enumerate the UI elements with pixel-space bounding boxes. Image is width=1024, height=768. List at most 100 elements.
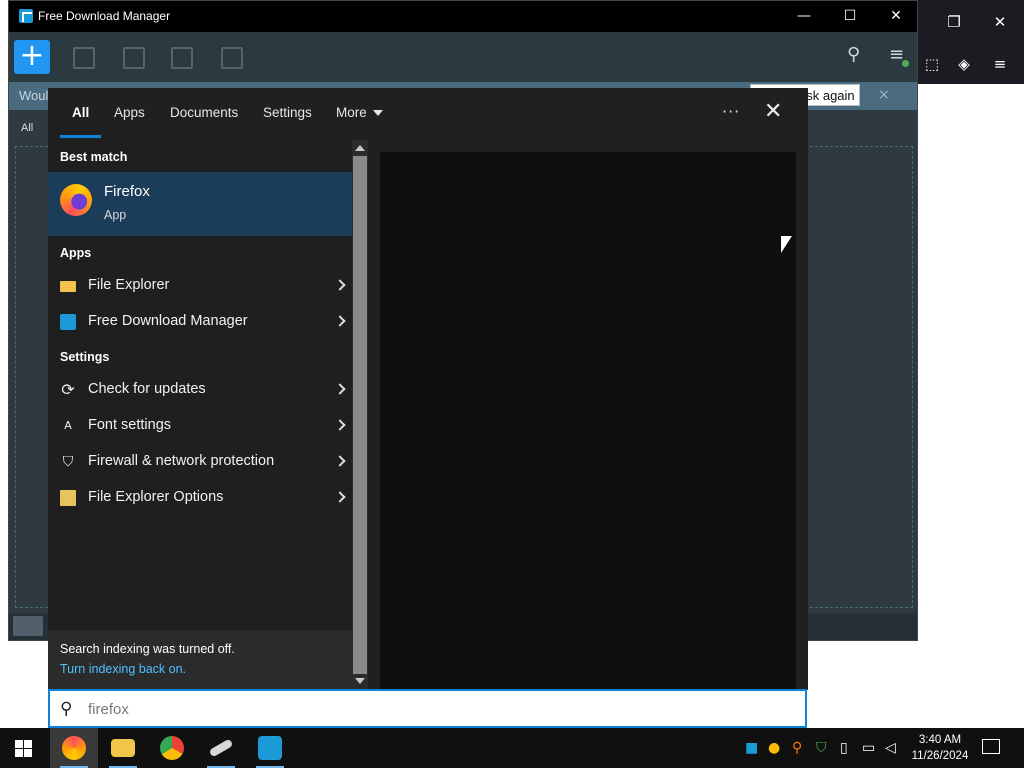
results-scrollbar[interactable] bbox=[352, 140, 368, 690]
result-firewall[interactable]: ⛉ Firewall & network protection bbox=[48, 445, 352, 479]
font-icon: A bbox=[64, 419, 72, 432]
hamburger-menu-icon[interactable]: ≡ bbox=[986, 50, 1014, 78]
best-match-type: App bbox=[104, 208, 127, 222]
result-file-explorer-options[interactable]: File Explorer Options bbox=[48, 481, 352, 515]
result-file-explorer[interactable]: File Explorer bbox=[48, 269, 352, 303]
chevron-right-icon[interactable] bbox=[334, 315, 346, 327]
tray-usb-icon[interactable]: ▯ bbox=[840, 740, 848, 756]
active-tab-indicator bbox=[60, 135, 101, 138]
maximize-button[interactable]: ☐ bbox=[827, 1, 873, 32]
tray-chrome-icon[interactable]: ● bbox=[768, 740, 780, 756]
preview-pane bbox=[380, 152, 796, 690]
result-free-download-manager[interactable]: Free Download Manager bbox=[48, 305, 352, 339]
close-icon[interactable]: ✕ bbox=[986, 8, 1014, 36]
chevron-right-icon[interactable] bbox=[334, 491, 346, 503]
search-tabs: All Apps Documents Settings More ··· ✕ bbox=[48, 88, 808, 140]
refresh-icon: ⟳ bbox=[61, 380, 75, 399]
folder-options-icon bbox=[60, 490, 76, 506]
taskbar-file-explorer[interactable] bbox=[99, 728, 147, 768]
result-check-for-updates[interactable]: ⟳ Check for updates bbox=[48, 373, 352, 407]
chevron-right-icon[interactable] bbox=[334, 419, 346, 431]
result-label: Font settings bbox=[88, 417, 172, 433]
result-font-settings[interactable]: A Font settings bbox=[48, 409, 352, 443]
settings-header: Settings bbox=[60, 350, 110, 364]
result-label: Check for updates bbox=[88, 381, 206, 397]
result-label: File Explorer Options bbox=[88, 489, 224, 505]
chevron-right-icon[interactable] bbox=[334, 455, 346, 467]
scrollbar-thumb[interactable] bbox=[353, 156, 367, 674]
more-options-icon[interactable]: ··· bbox=[722, 102, 740, 121]
search-icon: ⚲ bbox=[60, 699, 73, 719]
tab-settings[interactable]: Settings bbox=[263, 105, 312, 120]
result-label: Free Download Manager bbox=[88, 313, 248, 329]
close-search-button[interactable]: ✕ bbox=[764, 100, 782, 124]
tab-more[interactable]: More bbox=[336, 105, 383, 120]
apps-header: Apps bbox=[60, 246, 92, 260]
firefox-icon bbox=[60, 184, 92, 216]
status-dot-icon bbox=[902, 60, 909, 67]
taskbar-firefox[interactable] bbox=[50, 728, 98, 768]
chevron-right-icon[interactable] bbox=[334, 279, 346, 291]
search-input[interactable] bbox=[88, 697, 768, 721]
result-label: Firewall & network protection bbox=[88, 453, 275, 469]
taskbar-usb-tool[interactable] bbox=[197, 728, 245, 768]
best-match-header: Best match bbox=[60, 150, 128, 164]
restore-icon[interactable]: ❐ bbox=[940, 8, 968, 36]
notification-center-icon[interactable] bbox=[982, 739, 1000, 754]
filter-tab-all[interactable]: All bbox=[21, 122, 33, 134]
firefox-icon bbox=[62, 736, 86, 760]
clock-date: 11/26/2024 bbox=[911, 750, 969, 762]
indexing-notice-text: Search indexing was turned off. bbox=[60, 642, 235, 656]
chevron-right-icon[interactable] bbox=[334, 383, 346, 395]
folder-icon bbox=[60, 281, 76, 292]
delete-icon[interactable] bbox=[171, 47, 193, 69]
best-match-item[interactable]: Firefox App bbox=[48, 172, 352, 236]
resume-icon[interactable] bbox=[73, 47, 95, 69]
best-match-name: Firefox bbox=[104, 183, 150, 200]
tab-documents[interactable]: Documents bbox=[170, 105, 238, 120]
close-button[interactable]: ✕ bbox=[873, 1, 919, 32]
search-results-list: Best match Firefox App Apps File Explore… bbox=[48, 140, 352, 630]
result-label: File Explorer bbox=[88, 277, 170, 293]
tray-security-icon[interactable]: ⛉ bbox=[816, 740, 827, 756]
taskbar-fdm[interactable] bbox=[246, 728, 294, 768]
mouse-cursor bbox=[781, 236, 792, 253]
minimize-button[interactable]: — bbox=[781, 1, 827, 32]
search-icon[interactable]: ⚲ bbox=[847, 44, 860, 65]
tray-search-icon[interactable]: ⚲ bbox=[792, 740, 802, 756]
add-download-button[interactable]: + bbox=[14, 40, 50, 74]
fdm-title-bar: Free Download Manager — ☐ ✕ bbox=[9, 1, 917, 32]
fdm-app-icon bbox=[60, 314, 76, 330]
network-icon[interactable]: ▭ bbox=[862, 740, 875, 756]
notice-close-icon[interactable]: × bbox=[878, 87, 890, 103]
scroll-down-arrow-icon[interactable] bbox=[355, 678, 365, 684]
start-search-panel: All Apps Documents Settings More ··· ✕ B… bbox=[48, 88, 808, 690]
search-box[interactable]: ⚲ bbox=[48, 689, 807, 728]
turn-indexing-on-link[interactable]: Turn indexing back on. bbox=[60, 662, 186, 676]
indexing-notice: Search indexing was turned off. Turn ind… bbox=[48, 630, 352, 690]
fdm-app-icon bbox=[258, 736, 282, 760]
folder-icon bbox=[111, 739, 135, 757]
tab-apps[interactable]: Apps bbox=[114, 105, 145, 120]
volume-icon[interactable]: ◁ bbox=[885, 740, 896, 756]
taskbar: ■ ● ⚲ ⛉ ▯ ▭ ◁ 3:40 AM 11/26/2024 bbox=[0, 728, 1024, 768]
extensions-icon[interactable]: ⬚ bbox=[918, 50, 946, 78]
caret-down-icon bbox=[372, 110, 383, 117]
tab-all[interactable]: All bbox=[72, 105, 89, 120]
taskbar-clock[interactable]: 3:40 AM 11/26/2024 bbox=[908, 732, 972, 764]
shield-icon: ⛉ bbox=[62, 454, 74, 470]
tray-fdm-icon[interactable]: ■ bbox=[745, 740, 758, 756]
status-toggle-button[interactable] bbox=[13, 616, 43, 636]
move-icon[interactable] bbox=[221, 47, 243, 69]
taskbar-chrome[interactable] bbox=[148, 728, 196, 768]
fdm-toolbar: + ⚲ ≡ bbox=[9, 32, 917, 82]
scroll-up-arrow-icon[interactable] bbox=[355, 145, 365, 151]
usb-drive-icon bbox=[208, 738, 234, 758]
pause-icon[interactable] bbox=[123, 47, 145, 69]
firefox-window-strip: ❐ ✕ ⬚ ◈ ≡ bbox=[918, 0, 1024, 84]
ublock-icon[interactable]: ◈ bbox=[950, 50, 978, 78]
chrome-icon bbox=[160, 736, 184, 760]
fdm-notice-text: Woul bbox=[19, 88, 49, 103]
fdm-window-title: Free Download Manager bbox=[38, 9, 171, 23]
start-button[interactable] bbox=[15, 740, 32, 757]
